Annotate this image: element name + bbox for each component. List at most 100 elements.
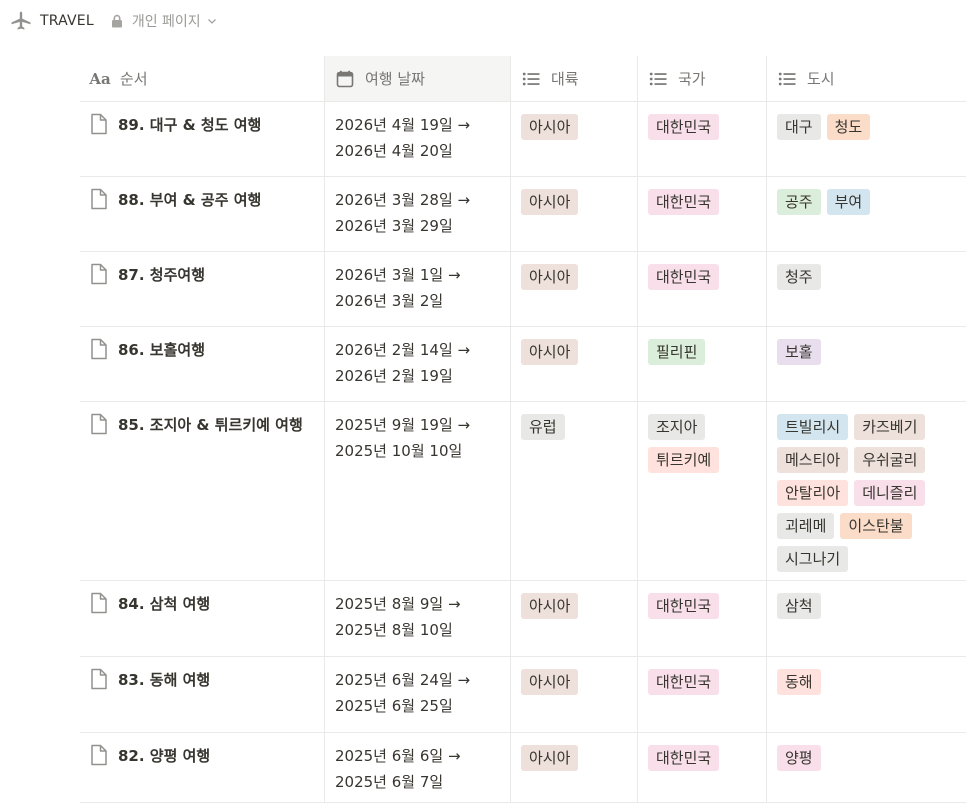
privacy-dropdown[interactable]: 개인 페이지 bbox=[132, 11, 201, 31]
page-title[interactable]: 84. 삼척 여행 bbox=[118, 591, 210, 617]
cell-date[interactable]: 2026년 3월 28일 → 2026년 3월 29일 bbox=[325, 177, 511, 251]
cell-continent[interactable]: 유럽 bbox=[511, 402, 638, 580]
tag-list: 아시아 bbox=[521, 189, 629, 215]
cell-country[interactable]: 대한민국 bbox=[638, 581, 767, 656]
cell-date[interactable]: 2026년 2월 14일 → 2026년 2월 19일 bbox=[325, 327, 511, 401]
select-tag: 아시아 bbox=[521, 264, 579, 290]
cell-name[interactable]: 85. 조지아 & 튀르키예 여행 bbox=[80, 402, 325, 580]
select-tag: 카즈베기 bbox=[854, 414, 926, 440]
column-label: 순서 bbox=[120, 70, 148, 88]
table-row[interactable]: 87. 청주여행 2026년 3월 1일 → 2026년 3월 2일 아시아 대한민국 청… bbox=[80, 252, 966, 327]
cell-name[interactable]: 88. 부여 & 공주 여행 bbox=[80, 177, 325, 251]
tag-list: 동해 bbox=[777, 669, 958, 695]
tag-list: 대한민국 bbox=[648, 593, 758, 619]
page-title[interactable]: 83. 동해 여행 bbox=[118, 667, 210, 693]
chevron-down-icon[interactable] bbox=[207, 16, 217, 26]
cell-country[interactable]: 조지아튀르키예 bbox=[638, 402, 767, 580]
page-title[interactable]: 89. 대구 & 청도 여행 bbox=[118, 112, 261, 138]
date-start: 2025년 6월 6일 → bbox=[335, 747, 461, 765]
date-start: 2026년 3월 28일 → bbox=[335, 191, 471, 209]
cell-name[interactable]: 87. 청주여행 bbox=[80, 252, 325, 326]
table-row[interactable]: 82. 양평 여행 2025년 6월 6일 → 2025년 6월 7일 아시아 대한민국… bbox=[80, 733, 966, 803]
tag-list: 삼척 bbox=[777, 593, 958, 619]
column-header-city[interactable]: 도시 bbox=[767, 56, 966, 101]
select-tag: 대한민국 bbox=[648, 114, 720, 140]
cell-name[interactable]: 89. 대구 & 청도 여행 bbox=[80, 102, 325, 176]
cell-date[interactable]: 2025년 6월 6일 → 2025년 6월 7일 bbox=[325, 733, 511, 802]
cell-city[interactable]: 삼척 bbox=[767, 581, 966, 656]
cell-date[interactable]: 2025년 6월 24일 → 2025년 6월 25일 bbox=[325, 657, 511, 732]
cell-continent[interactable]: 아시아 bbox=[511, 581, 638, 656]
cell-continent[interactable]: 아시아 bbox=[511, 252, 638, 326]
tag-list: 아시아 bbox=[521, 114, 629, 140]
page-title[interactable]: 88. 부여 & 공주 여행 bbox=[118, 187, 261, 213]
cell-city[interactable]: 양평 bbox=[767, 733, 966, 802]
tag-list: 대한민국 bbox=[648, 264, 758, 290]
select-tag: 튀르키예 bbox=[648, 447, 720, 473]
cell-continent[interactable]: 아시아 bbox=[511, 733, 638, 802]
page-title[interactable]: 85. 조지아 & 튀르키예 여행 bbox=[118, 412, 303, 438]
table-row[interactable]: 88. 부여 & 공주 여행 2026년 3월 28일 → 2026년 3월 29일… bbox=[80, 177, 966, 252]
cell-name[interactable]: 83. 동해 여행 bbox=[80, 657, 325, 732]
cell-country[interactable]: 대한민국 bbox=[638, 177, 767, 251]
page-icon bbox=[88, 743, 110, 767]
page-title[interactable]: 86. 보홀여행 bbox=[118, 337, 205, 363]
cell-date[interactable]: 2026년 4월 19일 → 2026년 4월 20일 bbox=[325, 102, 511, 176]
table-row[interactable]: 85. 조지아 & 튀르키예 여행 2025년 9월 19일 → 2025년 10월… bbox=[80, 402, 966, 581]
page-icon bbox=[88, 337, 110, 361]
page-title[interactable]: 87. 청주여행 bbox=[118, 262, 205, 288]
cell-country[interactable]: 필리핀 bbox=[638, 327, 767, 401]
cell-city[interactable]: 보홀 bbox=[767, 327, 966, 401]
select-tag: 아시아 bbox=[521, 669, 579, 695]
table-row[interactable]: 84. 삼척 여행 2025년 8월 9일 → 2025년 8월 10일 아시아 대한민… bbox=[80, 581, 966, 657]
cell-country[interactable]: 대한민국 bbox=[638, 102, 767, 176]
tag-list: 보홀 bbox=[777, 339, 958, 365]
table-row[interactable]: 86. 보홀여행 2026년 2월 14일 → 2026년 2월 19일 아시아 필리핀… bbox=[80, 327, 966, 402]
column-header-name[interactable]: Aa 순서 bbox=[80, 56, 325, 101]
date-start: 2026년 3월 1일 → bbox=[335, 266, 461, 284]
cell-continent[interactable]: 아시아 bbox=[511, 102, 638, 176]
select-tag: 조지아 bbox=[648, 414, 706, 440]
select-tag: 이스탄불 bbox=[840, 513, 912, 539]
cell-city[interactable]: 트빌리시 카즈베기 메스티아 우쉬굴리 안탈리아 데니즐리 괴레메 이스탄불 시그나기 bbox=[767, 402, 966, 580]
cell-country[interactable]: 대한민국 bbox=[638, 252, 767, 326]
page-icon bbox=[88, 591, 110, 615]
table-row[interactable]: 83. 동해 여행 2025년 6월 24일 → 2025년 6월 25일 아시아 대한… bbox=[80, 657, 966, 733]
column-header-country[interactable]: 국가 bbox=[638, 56, 767, 101]
cell-city[interactable]: 공주 부여 bbox=[767, 177, 966, 251]
select-tag: 아시아 bbox=[521, 745, 579, 771]
cell-name[interactable]: 84. 삼척 여행 bbox=[80, 581, 325, 656]
cell-name[interactable]: 86. 보홀여행 bbox=[80, 327, 325, 401]
tag-list: 유럽 bbox=[521, 414, 629, 440]
cell-city[interactable]: 대구 청도 bbox=[767, 102, 966, 176]
page-title[interactable]: 82. 양평 여행 bbox=[118, 743, 210, 769]
select-tag: 아시아 bbox=[521, 339, 579, 365]
select-tag: 아시아 bbox=[521, 593, 579, 619]
tag-list: 대한민국 bbox=[648, 189, 758, 215]
page-title-link[interactable]: TRAVEL bbox=[40, 13, 94, 29]
cell-city[interactable]: 동해 bbox=[767, 657, 966, 732]
page-icon bbox=[88, 112, 110, 136]
cell-date[interactable]: 2026년 3월 1일 → 2026년 3월 2일 bbox=[325, 252, 511, 326]
column-label: 대륙 bbox=[551, 70, 579, 88]
select-tag: 데니즐리 bbox=[854, 480, 926, 506]
date-end: 2026년 3월 29일 bbox=[335, 217, 453, 235]
cell-city[interactable]: 청주 bbox=[767, 252, 966, 326]
cell-country[interactable]: 대한민국 bbox=[638, 733, 767, 802]
cell-continent[interactable]: 아시아 bbox=[511, 327, 638, 401]
select-tag: 유럽 bbox=[521, 414, 565, 440]
select-tag: 양평 bbox=[777, 745, 821, 771]
select-tag: 대한민국 bbox=[648, 264, 720, 290]
column-header-continent[interactable]: 대륙 bbox=[511, 56, 638, 101]
column-header-date[interactable]: 여행 날짜 bbox=[325, 56, 511, 101]
cell-continent[interactable]: 아시아 bbox=[511, 657, 638, 732]
cell-name[interactable]: 82. 양평 여행 bbox=[80, 733, 325, 802]
cell-country[interactable]: 대한민국 bbox=[638, 657, 767, 732]
page-icon bbox=[88, 262, 110, 286]
cell-date[interactable]: 2025년 8월 9일 → 2025년 8월 10일 bbox=[325, 581, 511, 656]
tag-list: 아시아 bbox=[521, 669, 629, 695]
table-row[interactable]: 89. 대구 & 청도 여행 2026년 4월 19일 → 2026년 4월 20일… bbox=[80, 102, 966, 177]
column-label: 도시 bbox=[807, 70, 835, 88]
cell-date[interactable]: 2025년 9월 19일 → 2025년 10월 10일 bbox=[325, 402, 511, 580]
cell-continent[interactable]: 아시아 bbox=[511, 177, 638, 251]
